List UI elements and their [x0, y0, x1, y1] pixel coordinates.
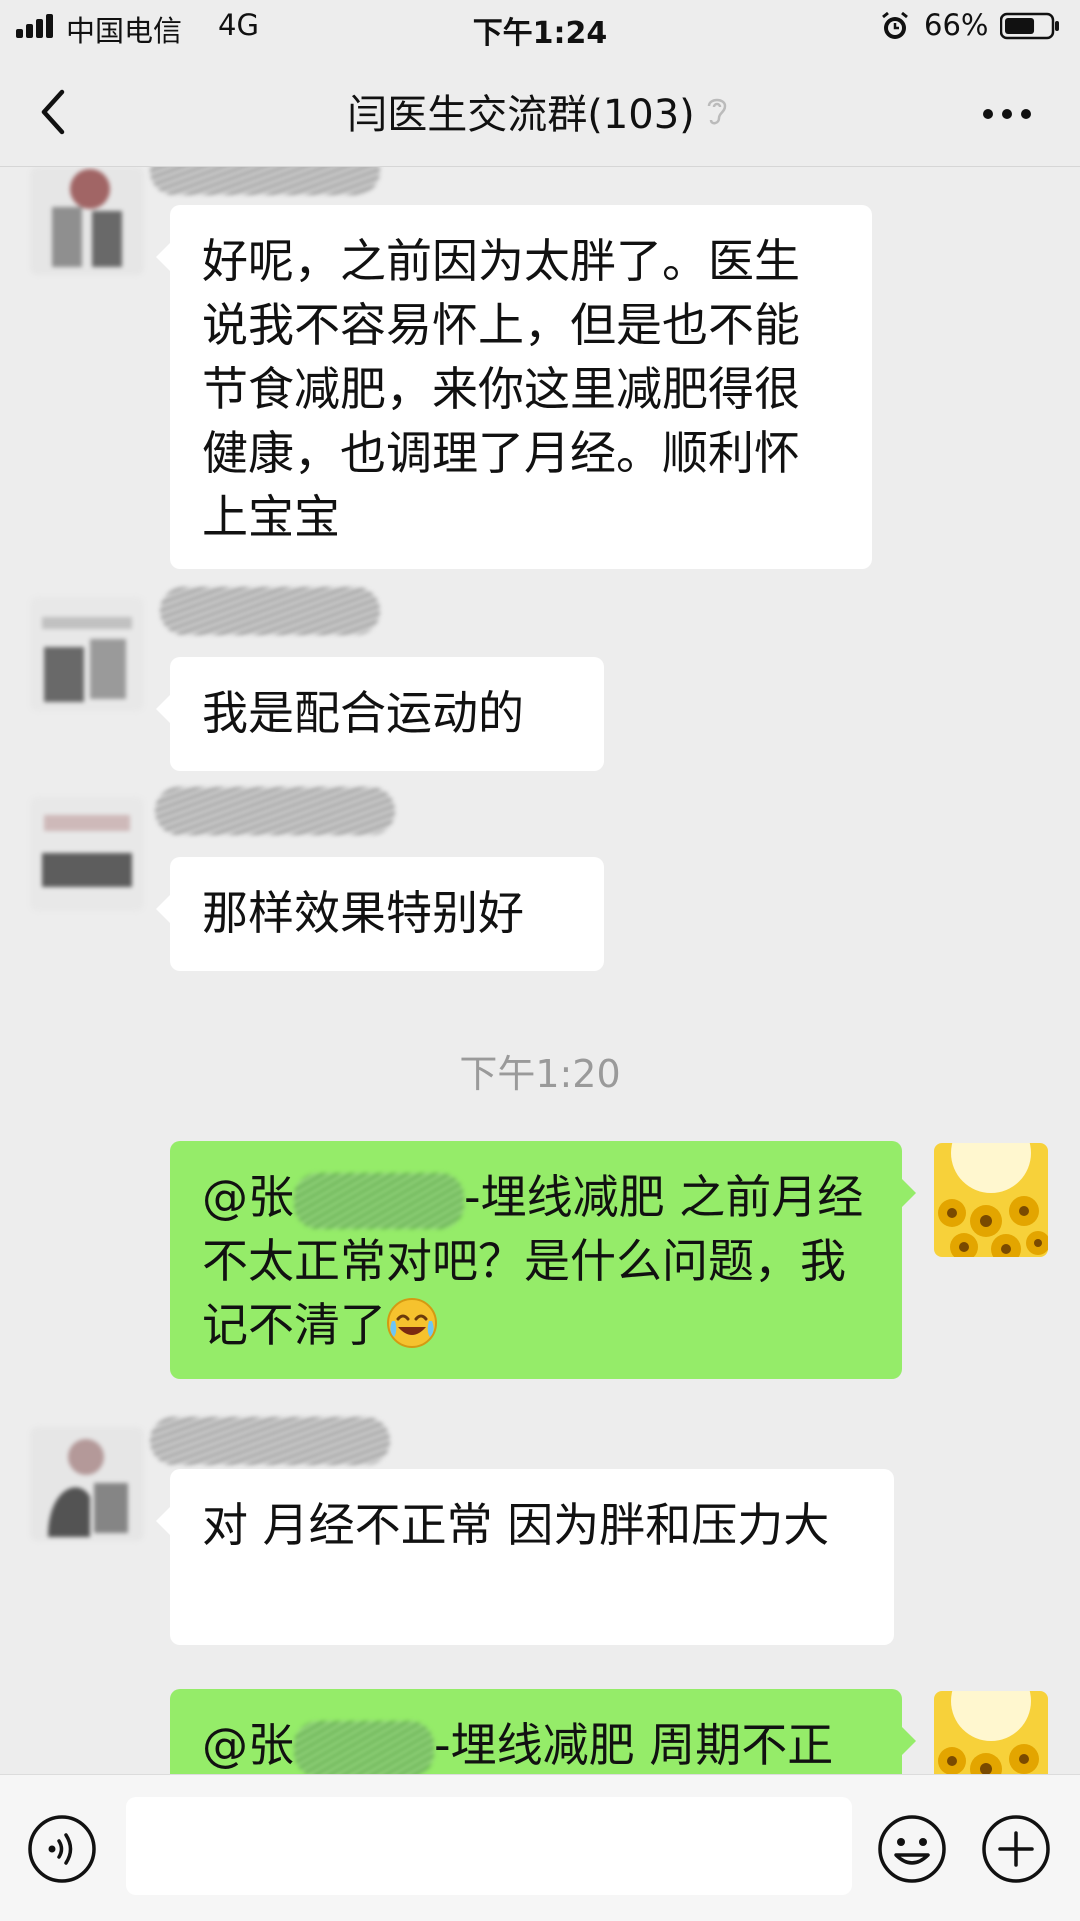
message-input[interactable] [126, 1797, 852, 1895]
input-bar [0, 1774, 1080, 1921]
message-bubble[interactable]: 我是配合运动的 [156, 657, 604, 771]
more-dots-icon[interactable] [982, 108, 1032, 120]
avatar[interactable] [30, 167, 144, 275]
message-bubble[interactable]: @张 -埋线减肥 周期不正 [170, 1689, 916, 1774]
message-text: 周期不正 [649, 1718, 834, 1772]
mention-suffix[interactable]: -埋线减肥 [464, 1170, 665, 1224]
chat-title: 闫医生交流群(103) [347, 92, 695, 138]
chat-header: 闫医生交流群(103) [0, 56, 1080, 167]
sender-name [150, 1417, 390, 1465]
message-bubble[interactable]: 对 月经不正常 因为胖和压力大 [156, 1469, 894, 1645]
battery-icon [1000, 12, 1059, 40]
mention-redaction [294, 1172, 464, 1229]
laughing-crying-emoji [387, 1298, 437, 1348]
time-separator: 下午1:20 [459, 1052, 621, 1096]
message-text: 那样效果特别好 [202, 886, 524, 940]
sender-name [160, 587, 380, 635]
my-avatar[interactable] [934, 1143, 1048, 1257]
message-bubble[interactable]: 那样效果特别好 [156, 857, 604, 971]
clock: 下午1:24 [472, 16, 608, 51]
message-text: 对 月经不正常 因为胖和压力大 [202, 1498, 830, 1552]
status-bar: 中国电信 4G 下午1:24 66% [0, 0, 1080, 56]
message-list[interactable]: 好呢，之前因为太胖了。医生说我不容易怀上，但是也不能节食减肥，来你这里减肥得很健… [0, 167, 1080, 1774]
message-bubble[interactable]: 好呢，之前因为太胖了。医生说我不容易怀上，但是也不能节食减肥，来你这里减肥得很健… [156, 205, 872, 569]
my-avatar[interactable] [934, 1691, 1048, 1774]
mention-prefix[interactable]: @张 [202, 1170, 294, 1224]
voice-icon[interactable] [26, 1813, 98, 1885]
sender-name [150, 167, 380, 195]
message-bubble[interactable]: @张 -埋线减肥 之前月经不太正常对吧？是什么问题，我记不清了 [170, 1141, 916, 1379]
avatar[interactable] [30, 1427, 144, 1541]
mention-prefix[interactable]: @张 [202, 1718, 294, 1772]
alarm-icon [882, 11, 908, 39]
avatar[interactable] [30, 597, 144, 711]
mention-redaction [294, 1720, 434, 1774]
mention-suffix[interactable]: -埋线减肥 [434, 1718, 635, 1772]
smiley-icon[interactable] [876, 1813, 948, 1885]
ear-icon [707, 98, 727, 125]
battery-percent: 66% [924, 8, 989, 42]
sender-name [155, 787, 395, 835]
plus-icon[interactable] [980, 1813, 1052, 1885]
message-text: 我是配合运动的 [202, 686, 524, 740]
message-text: 好呢，之前因为太胖了。医生说我不容易怀上，但是也不能节食减肥，来你这里减肥得很健… [202, 234, 800, 544]
avatar[interactable] [30, 797, 144, 911]
